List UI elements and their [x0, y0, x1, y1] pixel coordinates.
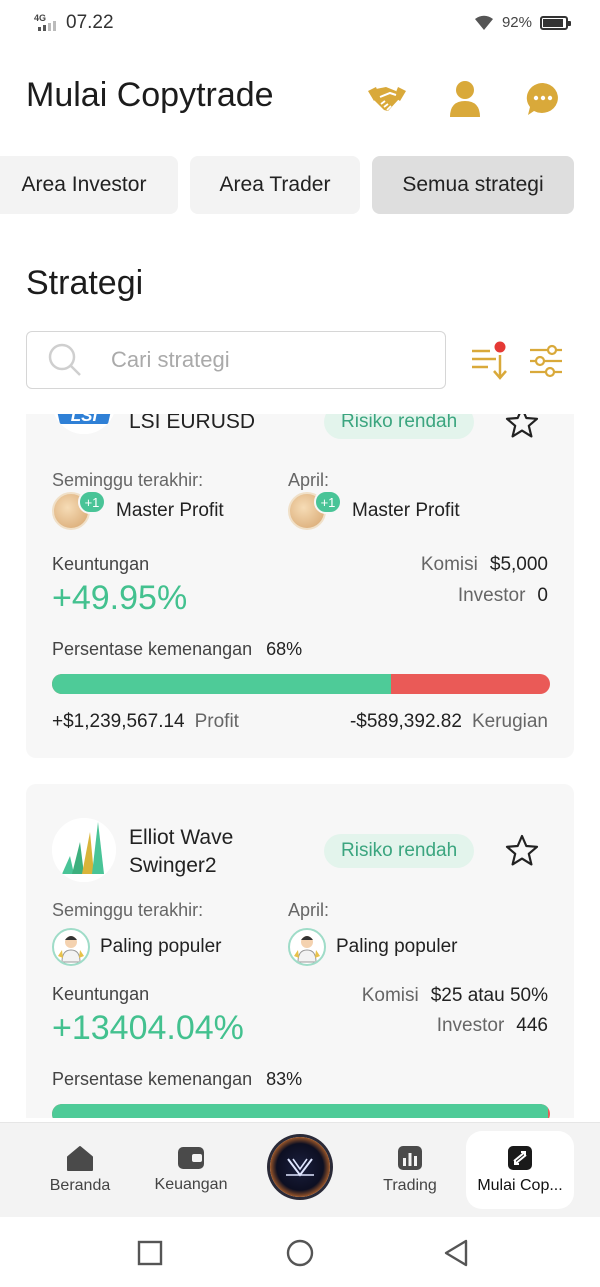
week-label: Seminggu terakhir:	[52, 470, 204, 490]
back-icon[interactable]	[440, 1237, 472, 1269]
search-icon	[48, 343, 81, 376]
tab-bar: Area Investor Area Trader Semua strategi	[0, 156, 574, 214]
investor-count: Investor 0	[457, 585, 548, 606]
strategy-avatar: LSI	[52, 414, 116, 434]
month-label: April:	[288, 900, 330, 920]
bottom-nav: Beranda Keuangan Trading Mulai Cop...	[0, 1122, 600, 1217]
header: Mulai Copytrade	[26, 72, 574, 124]
system-nav-bar	[0, 1217, 600, 1287]
favorite-star-icon[interactable]	[504, 833, 540, 869]
strategy-card[interactable]: LSI LSI EURUSD Risiko rendah Seminggu te…	[26, 414, 574, 758]
winrate-bar	[52, 1104, 550, 1118]
clock: 07.22	[66, 12, 114, 33]
status-right: 92%	[474, 14, 571, 31]
network-icon: 4G	[34, 13, 60, 33]
profit-label: Keuntungan	[52, 984, 150, 1004]
commission: Komisi $25 atau 50%	[361, 985, 548, 1006]
wifi-icon	[474, 15, 493, 30]
nav-keuangan[interactable]: Keuangan	[141, 1131, 241, 1209]
home-icon	[67, 1146, 93, 1171]
commission: Komisi $5,000	[420, 554, 548, 575]
section-title: Strategi	[26, 264, 144, 302]
copytrade-icon	[508, 1146, 532, 1170]
week-badge: +1 Master Profit	[52, 490, 224, 530]
chart-icon	[398, 1146, 422, 1170]
nav-trading[interactable]: Trading	[360, 1131, 460, 1209]
search-row	[26, 331, 574, 389]
nav-mulai-copytrade[interactable]: Mulai Cop...	[466, 1131, 574, 1209]
winrate: Persentase kemenangan 68%	[52, 639, 303, 659]
status-left: 4G 07.22	[34, 12, 114, 34]
wallet-icon	[178, 1147, 204, 1169]
recents-icon[interactable]	[134, 1237, 166, 1269]
favorite-star-icon[interactable]	[504, 414, 540, 441]
chat-icon[interactable]	[522, 78, 564, 120]
profit-percentage: +13404.04%	[52, 1009, 244, 1047]
risk-badge: Risiko rendah	[324, 834, 475, 868]
strategy-avatar	[52, 818, 116, 882]
week-label: Seminggu terakhir:	[52, 900, 204, 920]
winrate-bar	[52, 674, 550, 694]
medal-icon: +1	[52, 490, 106, 530]
total-profit: +$1,239,567.14 Profit	[52, 711, 239, 732]
tab-area-investor[interactable]: Area Investor	[0, 156, 178, 214]
app-logo-icon	[286, 1158, 314, 1177]
popular-avatar-icon	[52, 928, 90, 966]
status-bar: 4G 07.22 92%	[0, 0, 600, 48]
search-box[interactable]	[26, 331, 446, 389]
month-label: April:	[288, 470, 330, 490]
battery-icon	[540, 15, 571, 30]
page-title: Mulai Copytrade	[26, 76, 274, 114]
filter-icon[interactable]	[528, 343, 564, 379]
winrate-fill	[52, 1104, 548, 1118]
month-badge: Paling populer	[288, 928, 457, 966]
total-loss: -$589,392.82 Kerugian	[349, 711, 548, 732]
week-badge: Paling populer	[52, 928, 221, 966]
month-badge: +1 Master Profit	[288, 490, 460, 530]
profit-percentage: +49.95%	[52, 579, 188, 617]
profile-icon[interactable]	[444, 78, 486, 120]
winrate: Persentase kemenangan 83%	[52, 1069, 303, 1089]
search-input[interactable]	[111, 347, 411, 373]
investor-count: Investor 446	[436, 1015, 548, 1036]
strategy-list[interactable]: LSI LSI EURUSD Risiko rendah Seminggu te…	[0, 414, 600, 1118]
handshake-icon[interactable]	[366, 78, 408, 120]
strategy-name: Elliot Wave Swinger2	[129, 826, 234, 877]
battery-percent: 92%	[501, 14, 532, 31]
profit-label: Keuntungan	[52, 554, 150, 574]
tab-area-trader[interactable]: Area Trader	[190, 156, 360, 214]
winrate-fill	[52, 674, 391, 694]
tab-semua-strategi[interactable]: Semua strategi	[372, 156, 574, 214]
popular-avatar-icon	[288, 928, 326, 966]
profit-loss-row: +$1,239,567.14 Profit -$589,392.82 Kerugia…	[52, 711, 548, 733]
svg-text:LSI: LSI	[71, 414, 99, 425]
strategy-card[interactable]: Elliot Wave Swinger2 Risiko rendah Semin…	[26, 784, 574, 1118]
risk-badge: Risiko rendah	[324, 414, 475, 439]
sort-icon[interactable]	[470, 341, 510, 381]
app-logo-button[interactable]	[270, 1137, 330, 1197]
header-actions	[366, 78, 564, 120]
home-button-icon[interactable]	[284, 1237, 316, 1269]
nav-beranda[interactable]: Beranda	[30, 1131, 130, 1209]
medal-icon: +1	[288, 490, 342, 530]
strategy-name: LSI EURUSD	[129, 414, 256, 433]
